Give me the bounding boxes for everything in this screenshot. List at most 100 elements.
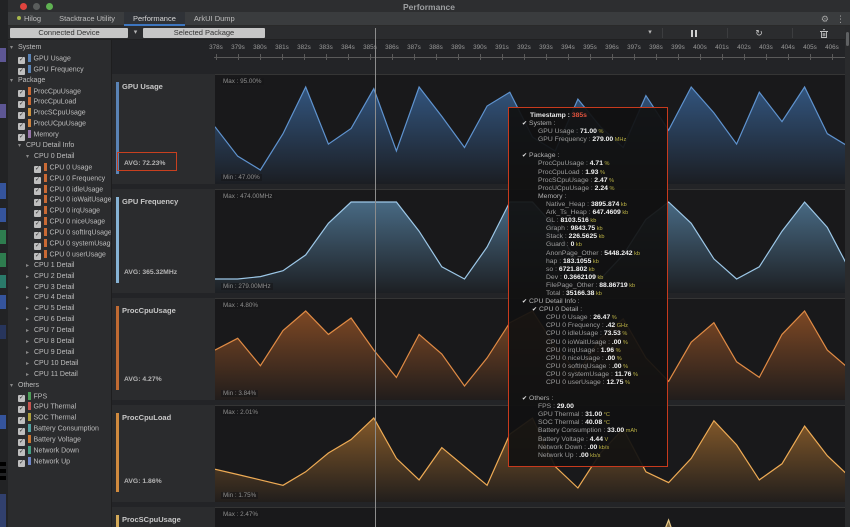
scrollbar-thumb[interactable]	[846, 32, 849, 46]
collapsed-arrow-icon[interactable]: ▸	[26, 326, 34, 337]
checkbox[interactable]: ✓	[34, 177, 41, 184]
sidebar-item-gpu-frequency[interactable]: ✓GPU Frequency	[8, 65, 111, 76]
collapsed-arrow-icon[interactable]: ▸	[26, 348, 34, 359]
sidebar-item-procscpuusage[interactable]: ✓ProcSCpuUsage	[8, 108, 111, 119]
sidebar-item-battery-voltage[interactable]: ✓Battery Voltage	[8, 435, 111, 446]
checkbox[interactable]: ✓	[18, 57, 25, 64]
collapsed-arrow-icon[interactable]: ▸	[26, 370, 34, 381]
collapsed-arrow-icon[interactable]: ▸	[26, 272, 34, 283]
clear-button[interactable]	[798, 26, 850, 40]
collapsed-arrow-icon[interactable]: ▸	[26, 283, 34, 294]
checkbox[interactable]: ✓	[34, 199, 41, 206]
chart-header-proccpuusage[interactable]: ProcCpuUsageAVG: 4.27%	[112, 298, 215, 400]
sidebar-item-gpu-thermal[interactable]: ✓GPU Thermal	[8, 402, 111, 413]
sidebar-item-procucpuusage[interactable]: ✓ProcUCpuUsage	[8, 119, 111, 130]
sidebar-item-cpu-0-niceusage[interactable]: ✓CPU 0 niceUsage	[8, 217, 111, 228]
checkbox[interactable]: ✓	[18, 439, 25, 446]
sidebar-item-gpu-usage[interactable]: ✓GPU Usage	[8, 54, 111, 65]
tab-stacktrace-utility[interactable]: Stacktrace Utility	[50, 12, 124, 26]
tree-group-cpu-7-detail[interactable]: ▸CPU 7 Detail	[8, 326, 111, 337]
checkbox[interactable]: ✓	[18, 406, 25, 413]
collapsed-arrow-icon[interactable]: ▸	[26, 261, 34, 272]
checkbox[interactable]: ✓	[34, 221, 41, 228]
sidebar-item-cpu-0-frequency[interactable]: ✓CPU 0 Frequency	[8, 174, 111, 185]
checkbox[interactable]: ✓	[18, 460, 25, 467]
collapsed-arrow-icon[interactable]: ▸	[26, 359, 34, 370]
sidebar-item-cpu-0-userusage[interactable]: ✓CPU 0 userUsage	[8, 250, 111, 261]
refresh-button[interactable]: ↻	[733, 26, 785, 40]
tree-group-cpu-5-detail[interactable]: ▸CPU 5 Detail	[8, 304, 111, 315]
time-axis[interactable]: 378s379s380s381s382s383s384s385s386s387s…	[112, 40, 850, 74]
sidebar-item-cpu-0-iowaitusage[interactable]: ✓CPU 0 ioWaitUsage	[8, 195, 111, 206]
sidebar-item-network-down[interactable]: ✓Network Down	[8, 446, 111, 457]
checkbox[interactable]: ✓	[34, 243, 41, 250]
collapsed-arrow-icon[interactable]: ▸	[26, 304, 34, 315]
checkbox[interactable]: ✓	[34, 166, 41, 173]
checkbox[interactable]: ✓	[18, 68, 25, 75]
tree-group-cpu-detail-info[interactable]: ▾CPU Detail Info	[8, 141, 111, 152]
expanded-arrow-icon[interactable]: ▾	[10, 43, 18, 54]
tree-group-cpu-8-detail[interactable]: ▸CPU 8 Detail	[8, 337, 111, 348]
connected-device-dropdown[interactable]: Connected Device	[10, 28, 128, 38]
checkbox[interactable]: ✓	[34, 188, 41, 195]
checkbox[interactable]: ✓	[34, 232, 41, 239]
tree-group-cpu-6-detail[interactable]: ▸CPU 6 Detail	[8, 315, 111, 326]
expanded-arrow-icon[interactable]: ▾	[10, 381, 18, 392]
package-caret-icon[interactable]: ▾	[642, 28, 658, 38]
sidebar-item-memory[interactable]: ✓Memory	[8, 130, 111, 141]
checkbox[interactable]: ✓	[18, 417, 25, 424]
collapsed-arrow-icon[interactable]: ▸	[26, 337, 34, 348]
checkbox[interactable]: ✓	[18, 395, 25, 402]
sidebar-item-cpu-0-idleusage[interactable]: ✓CPU 0 idleUsage	[8, 185, 111, 196]
selected-package-dropdown[interactable]: Selected Package	[143, 28, 265, 38]
tab-hilog[interactable]: Hilog	[8, 12, 50, 26]
tree-group-system[interactable]: ▾System	[8, 43, 111, 54]
more-menu-icon[interactable]: ⋮	[836, 12, 845, 26]
collapsed-arrow-icon[interactable]: ▸	[26, 293, 34, 304]
chart-plot-procscpuusage[interactable]: Max : 2.47%	[215, 507, 850, 527]
tree-group-cpu-1-detail[interactable]: ▸CPU 1 Detail	[8, 261, 111, 272]
chart-header-proccpuload[interactable]: ProcCpuLoadAVG: 1.86%	[112, 405, 215, 502]
tree-group-cpu-10-detail[interactable]: ▸CPU 10 Detail	[8, 359, 111, 370]
checkbox[interactable]: ✓	[18, 90, 25, 97]
checkbox[interactable]: ✓	[18, 123, 25, 130]
sidebar-item-cpu-0-irqusage[interactable]: ✓CPU 0 irqUsage	[8, 206, 111, 217]
checkbox[interactable]: ✓	[18, 101, 25, 108]
tree-group-cpu-4-detail[interactable]: ▸CPU 4 Detail	[8, 293, 111, 304]
chart-header-gpu-frequency[interactable]: GPU FrequencyAVG: 365.32MHz	[112, 189, 215, 293]
chart-header-procscpuusage[interactable]: ProcSCpuUsage	[112, 507, 215, 527]
tree-group-cpu-2-detail[interactable]: ▸CPU 2 Detail	[8, 272, 111, 283]
sidebar-item-cpu-0-systemusage[interactable]: ✓CPU 0 systemUsage	[8, 239, 111, 250]
checkbox[interactable]: ✓	[18, 134, 25, 141]
checkbox[interactable]: ✓	[18, 112, 25, 119]
expanded-arrow-icon[interactable]: ▾	[18, 141, 26, 152]
sidebar-item-proccpuload[interactable]: ✓ProcCpuLoad	[8, 97, 111, 108]
tree-group-package[interactable]: ▾Package	[8, 76, 111, 87]
settings-icon[interactable]: ⚙	[821, 12, 829, 26]
expanded-arrow-icon[interactable]: ▾	[10, 76, 18, 87]
scrollbar[interactable]	[845, 26, 850, 527]
sidebar-item-cpu-0-usage[interactable]: ✓CPU 0 Usage	[8, 163, 111, 174]
sidebar-item-fps[interactable]: ✓FPS	[8, 392, 111, 403]
tree-group-cpu-11-detail[interactable]: ▸CPU 11 Detail	[8, 370, 111, 381]
tree-group-cpu-0-detail[interactable]: ▾CPU 0 Detail	[8, 152, 111, 163]
checkbox[interactable]: ✓	[34, 253, 41, 260]
tree-group-others[interactable]: ▾Others	[8, 381, 111, 392]
tab-performance[interactable]: Performance	[124, 12, 185, 26]
tree-group-cpu-9-detail[interactable]: ▸CPU 9 Detail	[8, 348, 111, 359]
pause-button[interactable]	[668, 26, 720, 40]
chart-header-gpu-usage[interactable]: GPU UsageAVG: 72.23%	[112, 74, 215, 184]
sidebar-item-battery-consumption[interactable]: ✓Battery Consumption	[8, 424, 111, 435]
sidebar-item-network-up[interactable]: ✓Network Up	[8, 457, 111, 468]
checkbox[interactable]: ✓	[18, 449, 25, 456]
tab-arkui-dump[interactable]: ArkUI Dump	[185, 12, 244, 26]
tree-group-cpu-3-detail[interactable]: ▸CPU 3 Detail	[8, 283, 111, 294]
sidebar-item-cpu-0-softirqusage[interactable]: ✓CPU 0 softIrqUsage	[8, 228, 111, 239]
collapsed-arrow-icon[interactable]: ▸	[26, 315, 34, 326]
device-caret-icon[interactable]: ▾	[129, 28, 142, 38]
sidebar-item-soc-thermal[interactable]: ✓SOC Thermal	[8, 413, 111, 424]
checkbox[interactable]: ✓	[34, 210, 41, 217]
sidebar-item-proccpuusage[interactable]: ✓ProcCpuUsage	[8, 87, 111, 98]
checkbox[interactable]: ✓	[18, 428, 25, 435]
expanded-arrow-icon[interactable]: ▾	[26, 152, 34, 163]
